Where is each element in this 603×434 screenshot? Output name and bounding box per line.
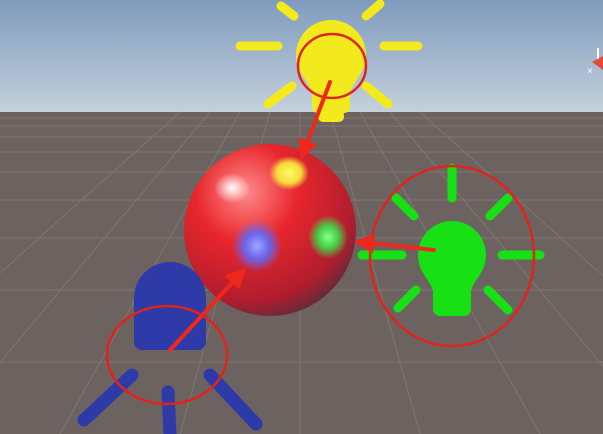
- scene-view[interactable]: ×: [0, 0, 603, 434]
- white-highlight: [214, 173, 250, 203]
- lit-sphere[interactable]: [184, 144, 356, 316]
- gizmo-cross-icon: ×: [587, 66, 593, 77]
- blue-highlight: [232, 220, 282, 272]
- green-highlight: [308, 215, 348, 259]
- yellow-highlight: [269, 156, 309, 190]
- scene-canvas[interactable]: ×: [0, 0, 603, 434]
